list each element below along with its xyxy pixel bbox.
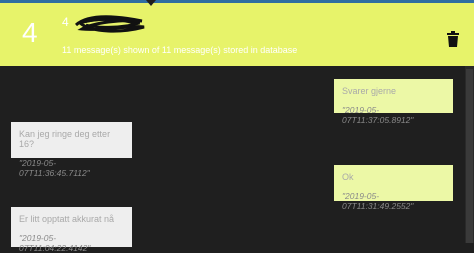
- message-timestamp: "2019-05-07T11:31:49.2552": [342, 191, 414, 211]
- scrollbar-thumb[interactable]: [466, 69, 473, 243]
- conversation-header: 4 4 11 message(s) shown of 11 message(s)…: [0, 3, 474, 66]
- message-bubble-received[interactable]: Kan jeg ringe deg etter 16? "2019-05-07T…: [11, 122, 132, 178]
- trash-icon[interactable]: [446, 31, 460, 47]
- message-bubble-sent[interactable]: Ok "2019-05-07T11:31:49.2552": [334, 165, 453, 211]
- message-bubble-sent[interactable]: Svarer gjerne "2019-05-07T11:37:05.8912": [334, 79, 453, 125]
- message-count: 4: [22, 17, 38, 48]
- contact-name-redacted: 4: [62, 13, 152, 35]
- message-text: Ok: [342, 172, 354, 182]
- message-timestamp: "2019-05-07T11:36:45.7112": [19, 158, 90, 178]
- message-timestamp: "2019-05-07T11:04:22.4142": [19, 233, 91, 253]
- scrollbar[interactable]: [465, 66, 474, 243]
- message-text: Er litt opptatt akkurat nå: [19, 214, 115, 224]
- message-text: Svarer gjerne: [342, 86, 397, 96]
- message-bubble-received[interactable]: Er litt opptatt akkurat nå "2019-05-07T1…: [11, 207, 132, 253]
- message-text: Kan jeg ringe deg etter 16?: [19, 129, 111, 149]
- message-summary: 11 message(s) shown of 11 message(s) sto…: [62, 45, 298, 55]
- redaction-scribble: [74, 15, 145, 33]
- message-timestamp: "2019-05-07T11:37:05.8912": [342, 105, 414, 125]
- header-caret: [146, 0, 156, 6]
